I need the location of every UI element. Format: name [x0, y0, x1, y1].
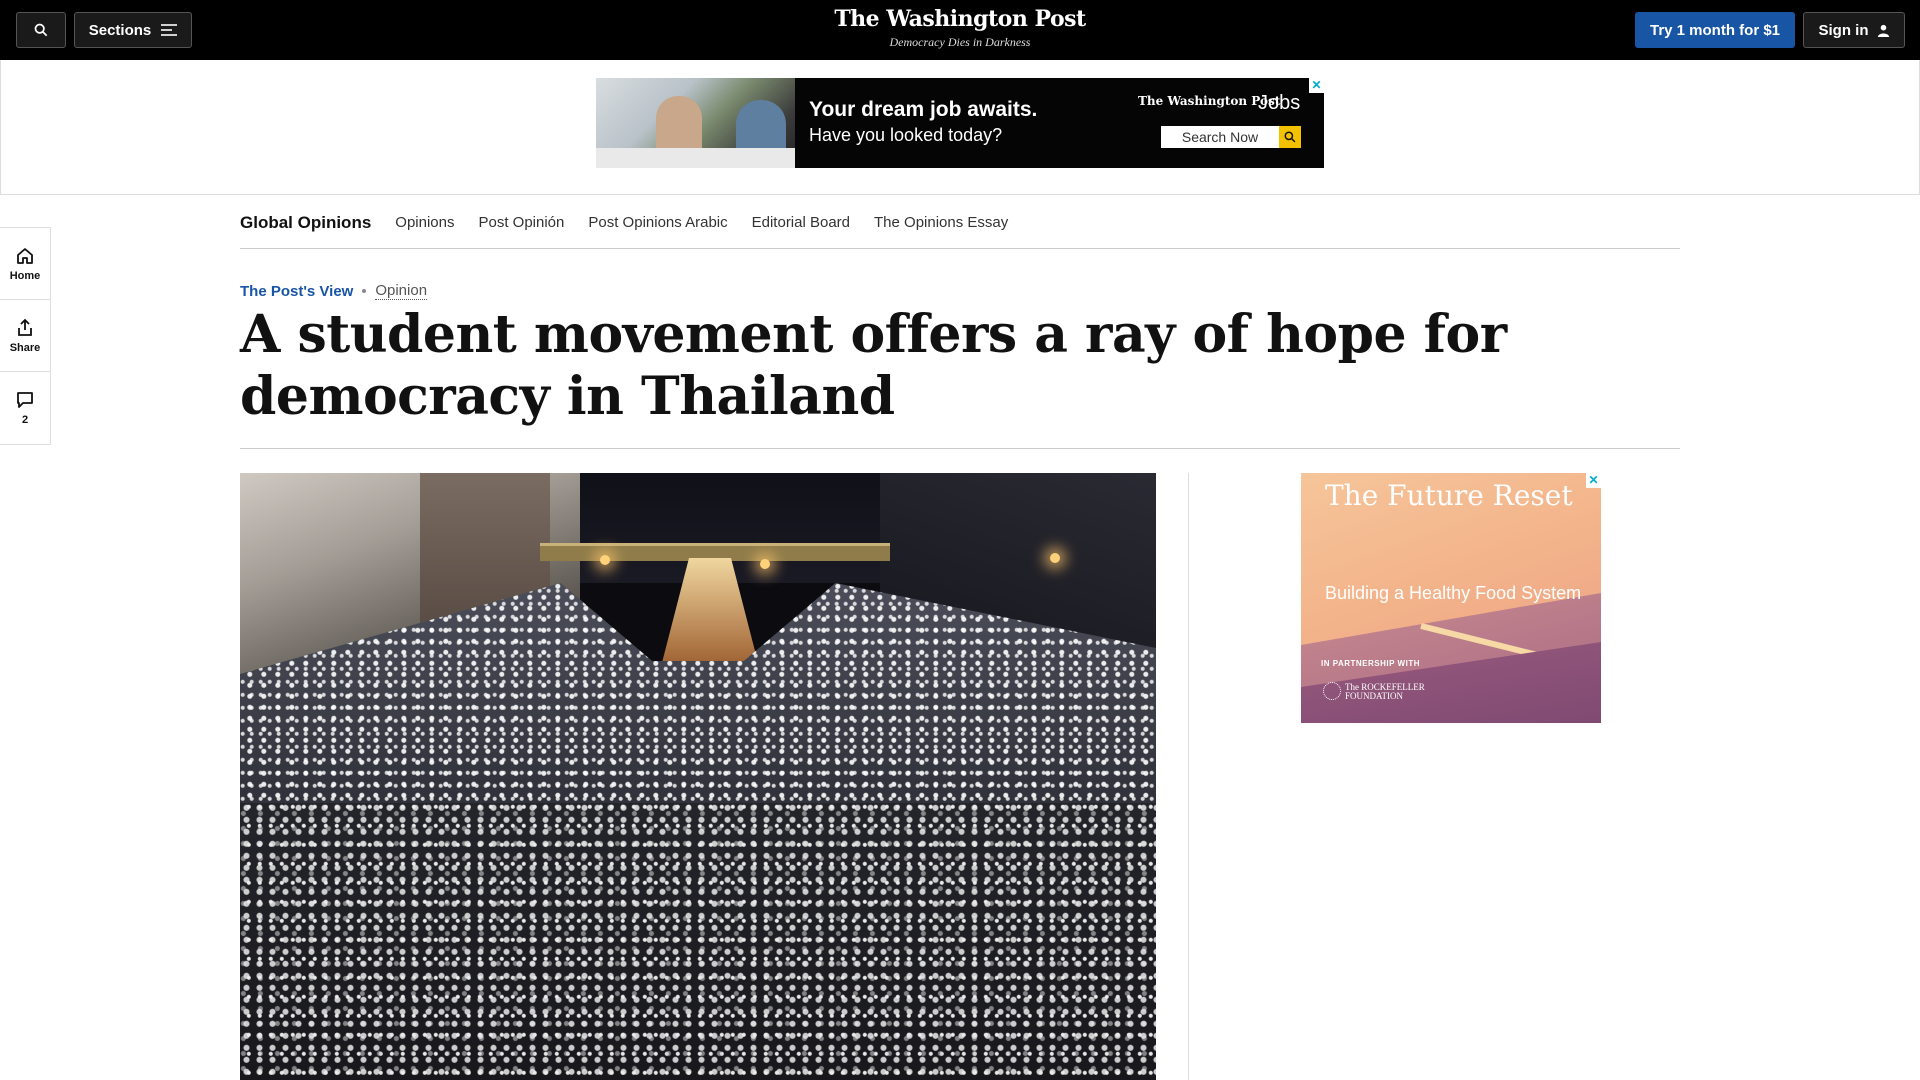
article-kicker: The Post's View Opinion — [240, 282, 428, 300]
sign-in-button[interactable]: Sign in — [1803, 12, 1905, 48]
kicker-label[interactable]: The Post's View — [240, 283, 353, 300]
section-navigation: Global Opinions Opinions Post Opinión Po… — [240, 197, 1680, 249]
ad-close-icon[interactable]: ✕ — [1586, 473, 1601, 488]
headline-divider — [240, 448, 1680, 449]
logo-tagline: Democracy Dies in Darkness — [889, 35, 1031, 49]
comment-icon — [17, 392, 33, 408]
ad-headline: Your dream job awaits. — [809, 98, 1038, 121]
search-icon — [1284, 131, 1296, 143]
ad-close-icon[interactable]: ✕ — [1309, 78, 1324, 93]
section-nav-item-editorial-board[interactable]: Editorial Board — [752, 214, 850, 231]
sections-label: Sections — [88, 21, 152, 39]
comments-rail-button[interactable]: 2 — [0, 372, 50, 444]
ad-brand-jobs: Jobs — [1258, 92, 1301, 114]
side-ad-partner-label: IN PARTNERSHIP WITH — [1321, 659, 1420, 668]
sections-button[interactable]: Sections — [74, 12, 192, 48]
article-headline: A student movement offers a ray of hope … — [240, 304, 1507, 427]
home-label: Home — [9, 269, 41, 282]
side-ad-subtitle: Building a Healthy Food System — [1325, 583, 1582, 603]
side-ad-title: The Future Reset — [1325, 479, 1573, 512]
left-action-rail: Home Share 2 — [0, 227, 51, 445]
section-nav-primary[interactable]: Global Opinions — [240, 213, 371, 233]
section-nav-item-post-opinions-arabic[interactable]: Post Opinions Arabic — [588, 214, 727, 231]
home-rail-button[interactable]: Home — [0, 228, 50, 300]
logo-wordmark: The Washington Post — [834, 6, 1086, 32]
ad-search-field[interactable]: Search Now — [1161, 126, 1279, 148]
user-icon — [1877, 24, 1889, 37]
sidebar-ad[interactable]: The Future Reset Building a Healthy Food… — [1301, 473, 1601, 723]
share-rail-button[interactable]: Share — [0, 300, 50, 372]
kicker-category[interactable]: Opinion — [375, 282, 428, 300]
ad-photo — [596, 78, 795, 168]
search-button[interactable] — [16, 12, 66, 48]
comments-count: 2 — [21, 414, 29, 426]
search-icon — [34, 23, 48, 37]
menu-icon — [161, 24, 178, 36]
ad-subline: Have you looked today? — [809, 125, 1003, 145]
section-nav-item-opinions-essay[interactable]: The Opinions Essay — [874, 214, 1008, 231]
rockefeller-seal-icon — [1323, 682, 1341, 700]
subscribe-button[interactable]: Try 1 month for $1 — [1635, 12, 1795, 48]
share-label: Share — [9, 341, 41, 354]
home-icon — [17, 247, 33, 264]
kicker-separator — [362, 289, 367, 293]
section-nav-item-post-opinion[interactable]: Post Opinión — [478, 214, 564, 231]
side-ad-partner-name: The ROCKEFELLER FOUNDATION — [1345, 682, 1425, 701]
ad-search-button[interactable] — [1279, 126, 1301, 148]
sign-in-label: Sign in — [1818, 21, 1869, 39]
share-icon — [18, 318, 32, 336]
section-nav-item-opinions[interactable]: Opinions — [395, 214, 454, 231]
article-lead-image[interactable] — [240, 473, 1156, 1080]
top-navigation-bar: Sections The Washington Post Democracy D… — [0, 0, 1920, 60]
site-logo[interactable]: The Washington Post Democracy Dies in Da… — [760, 6, 1160, 50]
column-divider — [1188, 473, 1189, 1080]
jobs-ad-banner[interactable]: Your dream job awaits. Have you looked t… — [596, 78, 1324, 168]
